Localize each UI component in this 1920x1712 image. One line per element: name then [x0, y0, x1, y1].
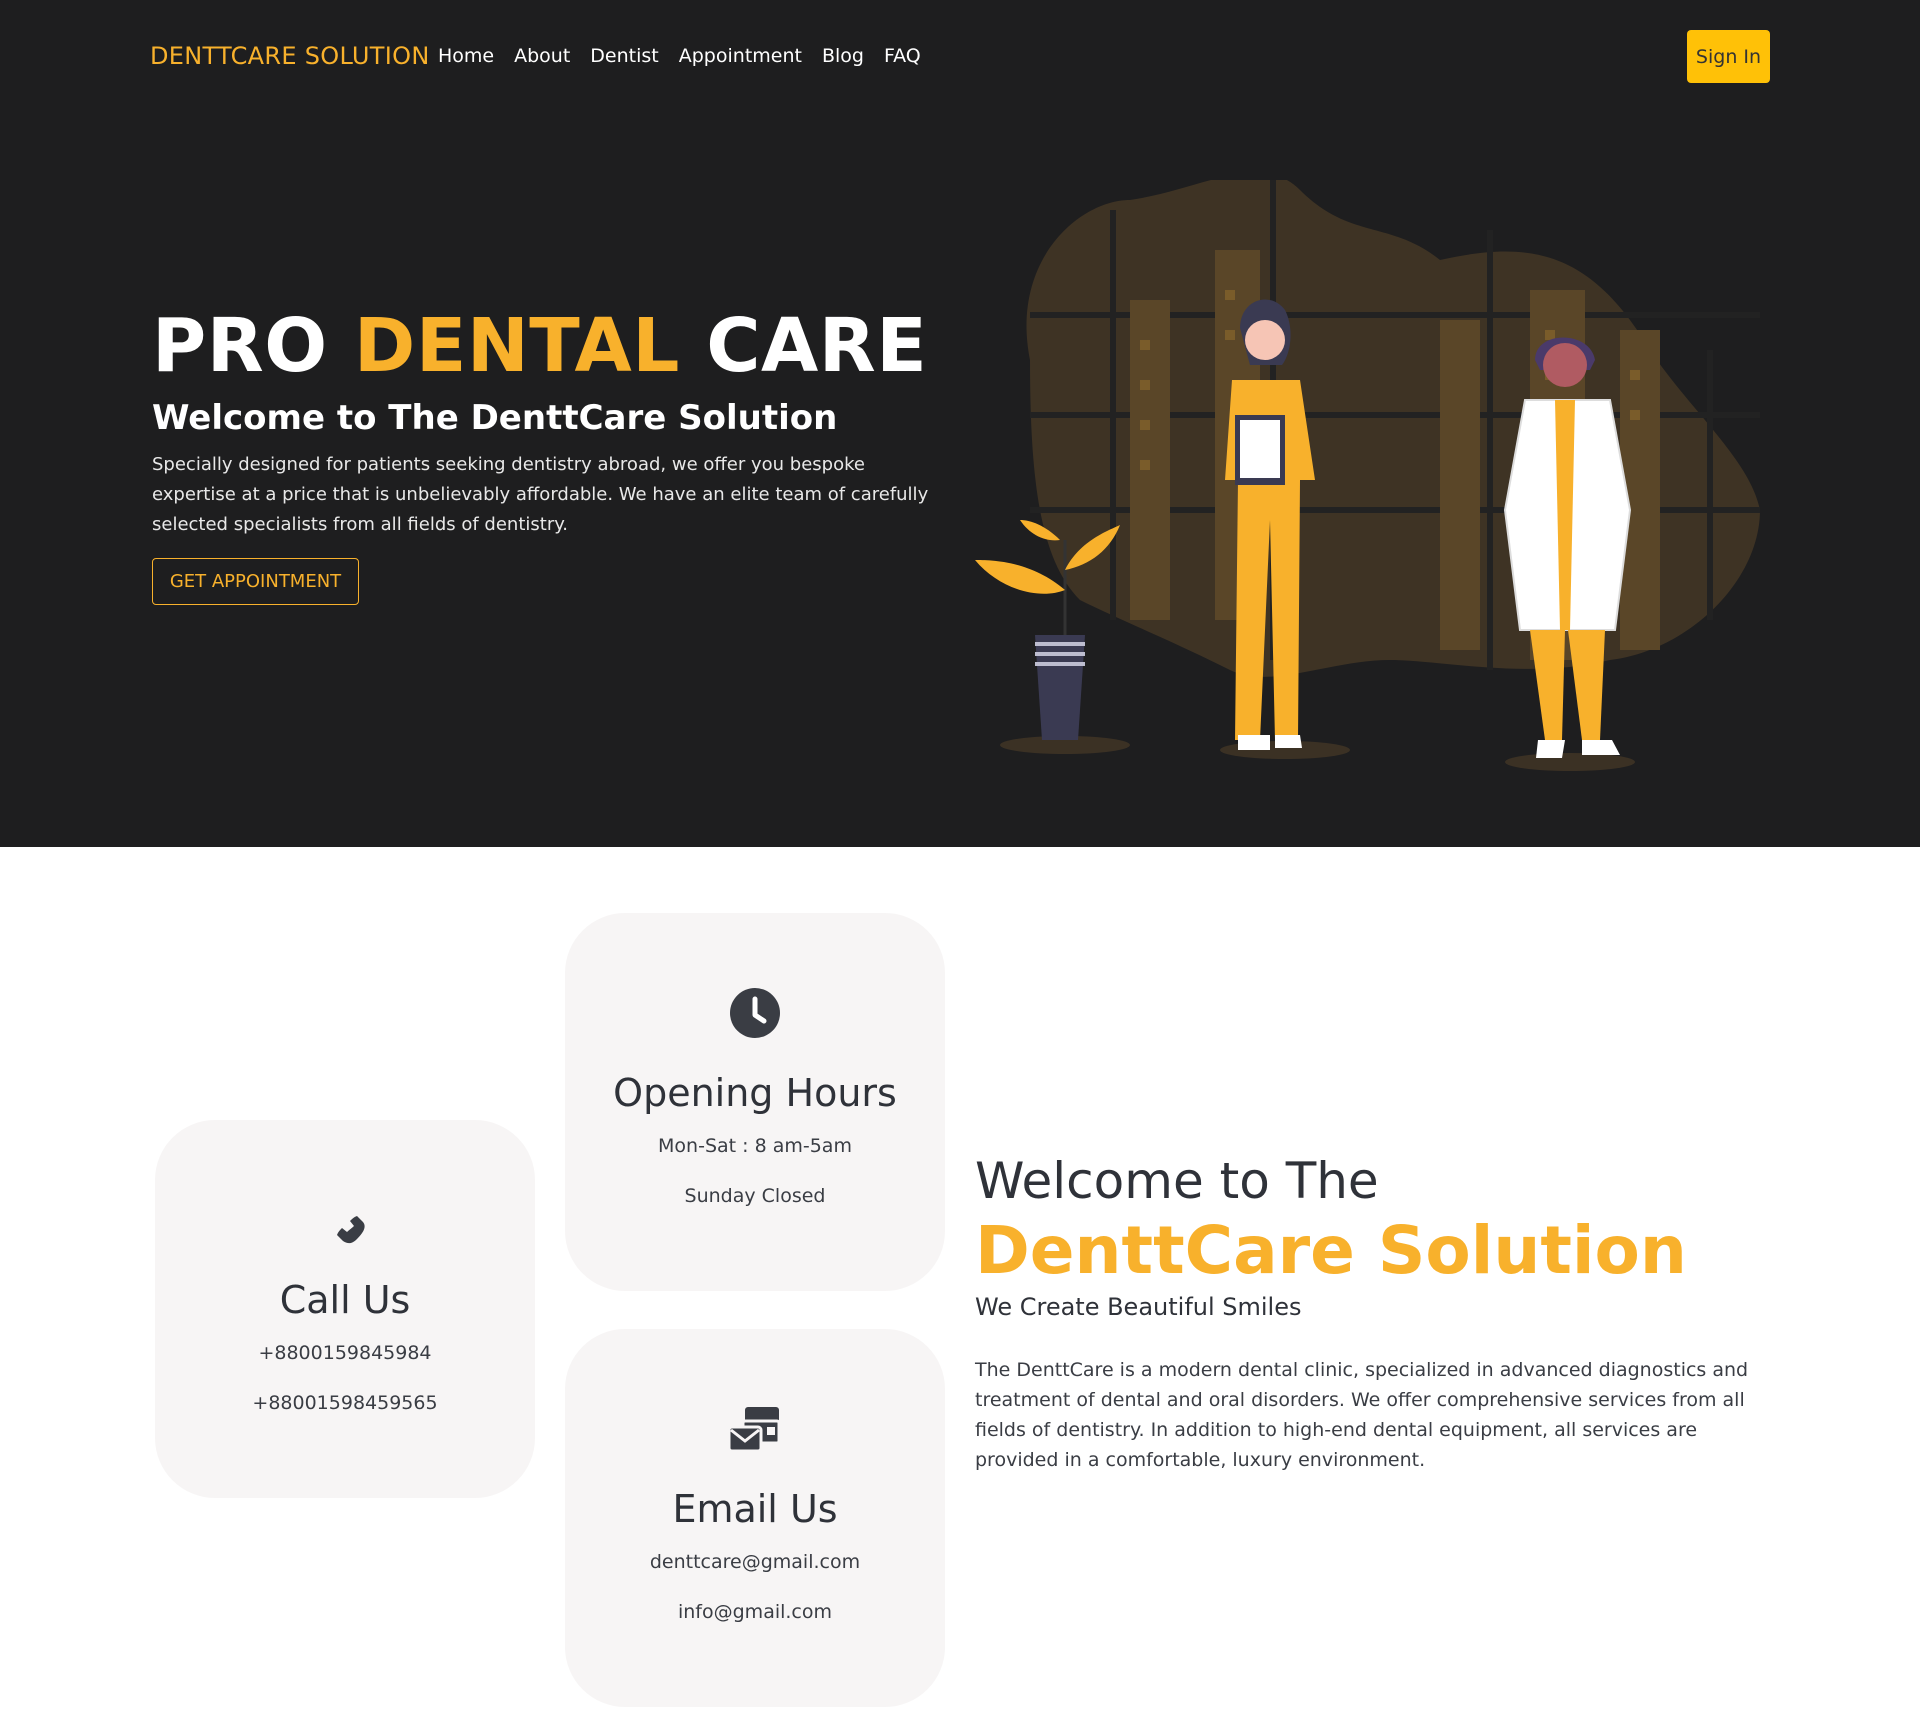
- hero-title-part2: CARE: [679, 303, 928, 389]
- hero-description: Specially designed for patients seeking …: [152, 454, 929, 535]
- nav-link-dentist[interactable]: Dentist: [590, 45, 658, 67]
- opening-hours-title: Opening Hours: [613, 1071, 897, 1115]
- phone-icon: [337, 1216, 365, 1244]
- welcome-description: The DenttCare is a modern dental clinic,…: [975, 1359, 1749, 1471]
- call-us-phone-1[interactable]: +8800159845984: [155, 1342, 535, 1364]
- nav-link-about[interactable]: About: [514, 45, 570, 67]
- email-us-title: Email Us: [672, 1487, 838, 1531]
- clock-icon: [730, 988, 780, 1038]
- opening-hours-card: Opening Hours Mon-Sat : 8 am-5am Sunday …: [565, 913, 945, 1291]
- get-appointment-button[interactable]: GET APPOINTMENT: [152, 558, 359, 605]
- call-us-phone-2[interactable]: +88001598459565: [155, 1392, 535, 1414]
- hero-subtitle: Welcome to The DenttCare Solution: [152, 398, 838, 438]
- opening-hours-sunday: Sunday Closed: [684, 1185, 826, 1207]
- hero-title-accent: DENTAL: [353, 303, 680, 389]
- nav-links: Home About Dentist Appointment Blog FAQ: [438, 45, 921, 67]
- call-us-card: Call Us +8800159845984 +88001598459565: [155, 1120, 535, 1498]
- welcome-brand: DenttCare Solution: [975, 1212, 1687, 1289]
- hero-section: DENTTCARE SOLUTION Home About Dentist Ap…: [0, 0, 1920, 847]
- opening-hours-weekdays: Mon-Sat : 8 am-5am: [658, 1135, 852, 1157]
- navbar: DENTTCARE SOLUTION Home About Dentist Ap…: [0, 0, 1920, 114]
- welcome-section: Welcome to The DenttCare Solution We Cre…: [975, 1152, 1775, 1475]
- brand-logo[interactable]: DENTTCARE SOLUTION: [150, 42, 430, 70]
- sign-in-button[interactable]: Sign In: [1687, 30, 1770, 83]
- welcome-tagline: We Create Beautiful Smiles: [975, 1293, 1302, 1321]
- email-us-card: Email Us denttcare@gmail.com info@gmail.…: [565, 1329, 945, 1707]
- hero-title-part1: PRO: [152, 303, 354, 389]
- email-us-address-2[interactable]: info@gmail.com: [565, 1601, 945, 1623]
- nav-link-appointment[interactable]: Appointment: [679, 45, 802, 67]
- envelopes-icon: [727, 1407, 781, 1453]
- hero-title: PRO DENTAL CARE: [152, 303, 927, 389]
- email-us-address-1[interactable]: denttcare@gmail.com: [565, 1551, 945, 1573]
- nav-link-blog[interactable]: Blog: [822, 45, 864, 67]
- nav-link-faq[interactable]: FAQ: [884, 45, 921, 67]
- call-us-title: Call Us: [279, 1278, 411, 1322]
- nav-link-home[interactable]: Home: [438, 45, 494, 67]
- dentists-illustration: [975, 180, 1760, 771]
- welcome-heading: Welcome to The: [975, 1152, 1379, 1210]
